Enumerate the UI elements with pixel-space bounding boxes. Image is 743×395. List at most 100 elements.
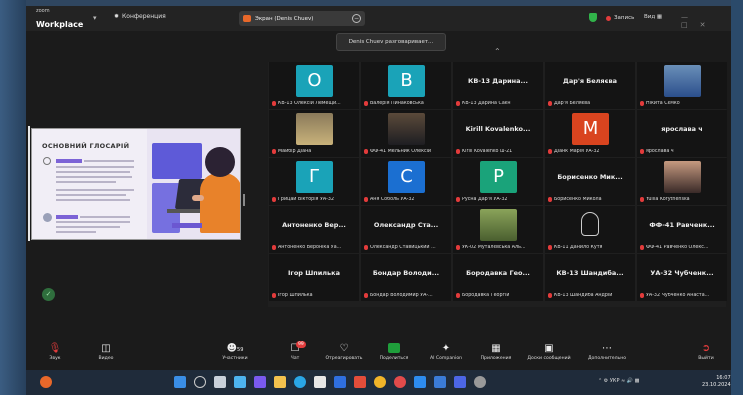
ai-companion-button[interactable]: ✦ AI Companion bbox=[421, 342, 471, 361]
participant-name: Антоненко Вероніка Уа... bbox=[278, 245, 342, 250]
microphone-muted-icon bbox=[364, 245, 368, 250]
participant-caption: Бородавка Георгій bbox=[456, 293, 541, 298]
chat-button[interactable]: ☐ Чат bbox=[270, 342, 320, 361]
more-icon: ⋯ bbox=[602, 343, 612, 354]
participant-caption: Майбір Діана bbox=[272, 149, 357, 154]
chevron-up-icon[interactable]: ⌃ bbox=[494, 47, 501, 56]
participant-name: КВ-13 Шандиба Андрій bbox=[554, 293, 613, 298]
video-button[interactable]: ◫ Видео bbox=[81, 342, 131, 361]
share-button[interactable]: Поделиться bbox=[369, 342, 419, 361]
apps-label: Приложения bbox=[480, 356, 512, 361]
participant-photo bbox=[388, 113, 425, 145]
participant-tile[interactable]: В Валерія Пинаковська bbox=[361, 62, 451, 109]
companion-icon[interactable]: ✓ bbox=[42, 288, 55, 301]
participant-caption: Бондар Володимир УА-... bbox=[364, 293, 449, 298]
participant-display-name: КВ-13 Шандиба... bbox=[556, 269, 624, 277]
participant-tile[interactable]: Борисенко Мик... Борисенко Микола bbox=[545, 158, 635, 205]
apps-button[interactable]: ▦ Приложения bbox=[471, 342, 521, 361]
microphone-muted-icon bbox=[456, 149, 460, 154]
participant-tile[interactable]: Дар'я Беляєва Дар'я Беляєва bbox=[545, 62, 635, 109]
more-button[interactable]: ⋯ Дополнительно bbox=[582, 342, 632, 361]
participant-tile[interactable]: Ігор Шпилька Ігор Шпилька bbox=[269, 254, 359, 301]
widgets-icon[interactable] bbox=[40, 376, 52, 388]
participant-name: ФФ-41 Мельник Олексій bbox=[370, 149, 432, 154]
microphone-muted-icon bbox=[364, 293, 368, 298]
chevron-down-icon[interactable]: ▾ bbox=[93, 14, 97, 22]
leave-button[interactable]: ➲ Выйти bbox=[681, 342, 731, 361]
participant-tile[interactable]: Р Русна Дар'я УА-32 bbox=[453, 158, 543, 205]
conference-info-button[interactable]: ✹ Конференция bbox=[114, 13, 166, 20]
participant-display-name: Антоненко Вер... bbox=[282, 221, 346, 229]
chrome-icon[interactable] bbox=[374, 376, 386, 388]
app-icon[interactable] bbox=[234, 376, 246, 388]
security-shield-icon[interactable] bbox=[589, 13, 597, 22]
participant-tile[interactable]: Майбір Діана bbox=[269, 110, 359, 157]
participant-tile[interactable]: УА-32 Чубченк... УА-32 Чубченко Анаста... bbox=[637, 254, 727, 301]
participant-name: КВ-13 Олексій Лемещи... bbox=[278, 101, 341, 106]
resize-handle[interactable] bbox=[243, 194, 245, 206]
app-icon[interactable] bbox=[334, 376, 346, 388]
participant-tile[interactable]: КВ-13 Шандиба... КВ-13 Шандиба Андрій bbox=[545, 254, 635, 301]
microphone-muted-icon bbox=[272, 293, 276, 298]
participant-tile[interactable]: Yuliia Korytnenska bbox=[637, 158, 727, 205]
participant-outline-avatar bbox=[581, 212, 599, 236]
view-button[interactable]: Вид ▦ bbox=[644, 14, 662, 20]
settings-icon[interactable] bbox=[474, 376, 486, 388]
conference-label: Конференция bbox=[122, 13, 166, 20]
folder-icon[interactable] bbox=[274, 376, 286, 388]
participant-tile[interactable]: КВ-13 Дарина... КВ-13 Дарина Саєн bbox=[453, 62, 543, 109]
audio-label: Звук bbox=[49, 356, 61, 361]
microphone-muted-icon bbox=[456, 101, 460, 106]
illustration-bar bbox=[172, 223, 202, 228]
participant-avatar: В bbox=[388, 65, 425, 97]
window-controls[interactable]: —□✕ bbox=[681, 13, 731, 29]
screen-share-indicator[interactable]: Экран (Denis Chuev) − bbox=[239, 11, 365, 26]
microphone-muted-icon bbox=[456, 245, 460, 250]
participant-tile[interactable]: Kirill Kovalenko... Kirill Kovalenko ш-21 bbox=[453, 110, 543, 157]
app-icon[interactable] bbox=[314, 376, 326, 388]
participant-tile[interactable]: КВ-11 Данило Кутя bbox=[545, 206, 635, 253]
participant-tile[interactable]: М Діанк Марія УА-32 bbox=[545, 110, 635, 157]
participant-tile[interactable]: Бородавка Гео... Бородавка Георгій bbox=[453, 254, 543, 301]
participant-tile[interactable]: Олександр Ста... Олександр Ставицький ... bbox=[361, 206, 451, 253]
participant-tile[interactable]: ярослава ч ярослава ч bbox=[637, 110, 727, 157]
task-view-icon[interactable] bbox=[214, 376, 226, 388]
participant-name: Грицай Вікторія УА-32 bbox=[278, 197, 335, 202]
illustration-person-body bbox=[200, 173, 240, 233]
participant-tile[interactable]: Бондар Володи... Бондар Володимир УА-... bbox=[361, 254, 451, 301]
slide-text-line bbox=[56, 189, 134, 191]
audio-button[interactable]: 🎙 Звук bbox=[30, 342, 80, 361]
search-icon[interactable] bbox=[194, 376, 206, 388]
start-icon[interactable] bbox=[174, 376, 186, 388]
participant-tile[interactable]: Г Грицай Вікторія УА-32 bbox=[269, 158, 359, 205]
app-icon[interactable] bbox=[394, 376, 406, 388]
participant-tile[interactable]: ФФ-41 Мельник Олексій bbox=[361, 110, 451, 157]
slide-text-line bbox=[56, 226, 120, 228]
system-tray[interactable]: ⌃ ⚙ УКР ≈ 🔊 ▩ bbox=[598, 378, 639, 384]
app-icon[interactable] bbox=[414, 376, 426, 388]
participants-button[interactable]: ☻59 Участники bbox=[210, 342, 260, 361]
slide-text-line bbox=[56, 194, 126, 196]
participant-tile[interactable]: Антоненко Вер... Антоненко Вероніка Уа... bbox=[269, 206, 359, 253]
zoom-icon[interactable] bbox=[454, 376, 466, 388]
slide-text-line bbox=[56, 221, 130, 223]
participant-tile[interactable]: Нікита Сємко bbox=[637, 62, 727, 109]
participant-tile[interactable]: С Аня Соболь УА-32 bbox=[361, 158, 451, 205]
whiteboards-button[interactable]: ▣ Доски сообщений bbox=[524, 342, 574, 361]
microphone-muted-icon bbox=[364, 197, 368, 202]
app-icon[interactable] bbox=[354, 376, 366, 388]
recording-indicator[interactable]: Запись bbox=[606, 15, 634, 21]
participant-tile[interactable]: УК-02 Муталєвська Аль... bbox=[453, 206, 543, 253]
participant-tile[interactable]: О КВ-13 Олексій Лемещи... bbox=[269, 62, 359, 109]
options-icon[interactable]: − bbox=[352, 14, 361, 23]
desktop: zoom Workplace ▾ ✹ Конференция Экран (De… bbox=[0, 0, 743, 395]
edge-icon[interactable] bbox=[294, 376, 306, 388]
participant-avatar: Г bbox=[296, 161, 333, 193]
app-icon[interactable] bbox=[254, 376, 266, 388]
app-icon[interactable] bbox=[434, 376, 446, 388]
react-button[interactable]: ♡ Отреагировать bbox=[319, 342, 369, 361]
microphone-muted-icon bbox=[548, 245, 552, 250]
participant-name: КВ-13 Дарина Саєн bbox=[462, 101, 511, 106]
clock[interactable]: 16:07 23.10.2024 bbox=[702, 375, 731, 389]
participant-tile[interactable]: ФФ-41 Равченк... ФФ-41 Равченко Олекс... bbox=[637, 206, 727, 253]
